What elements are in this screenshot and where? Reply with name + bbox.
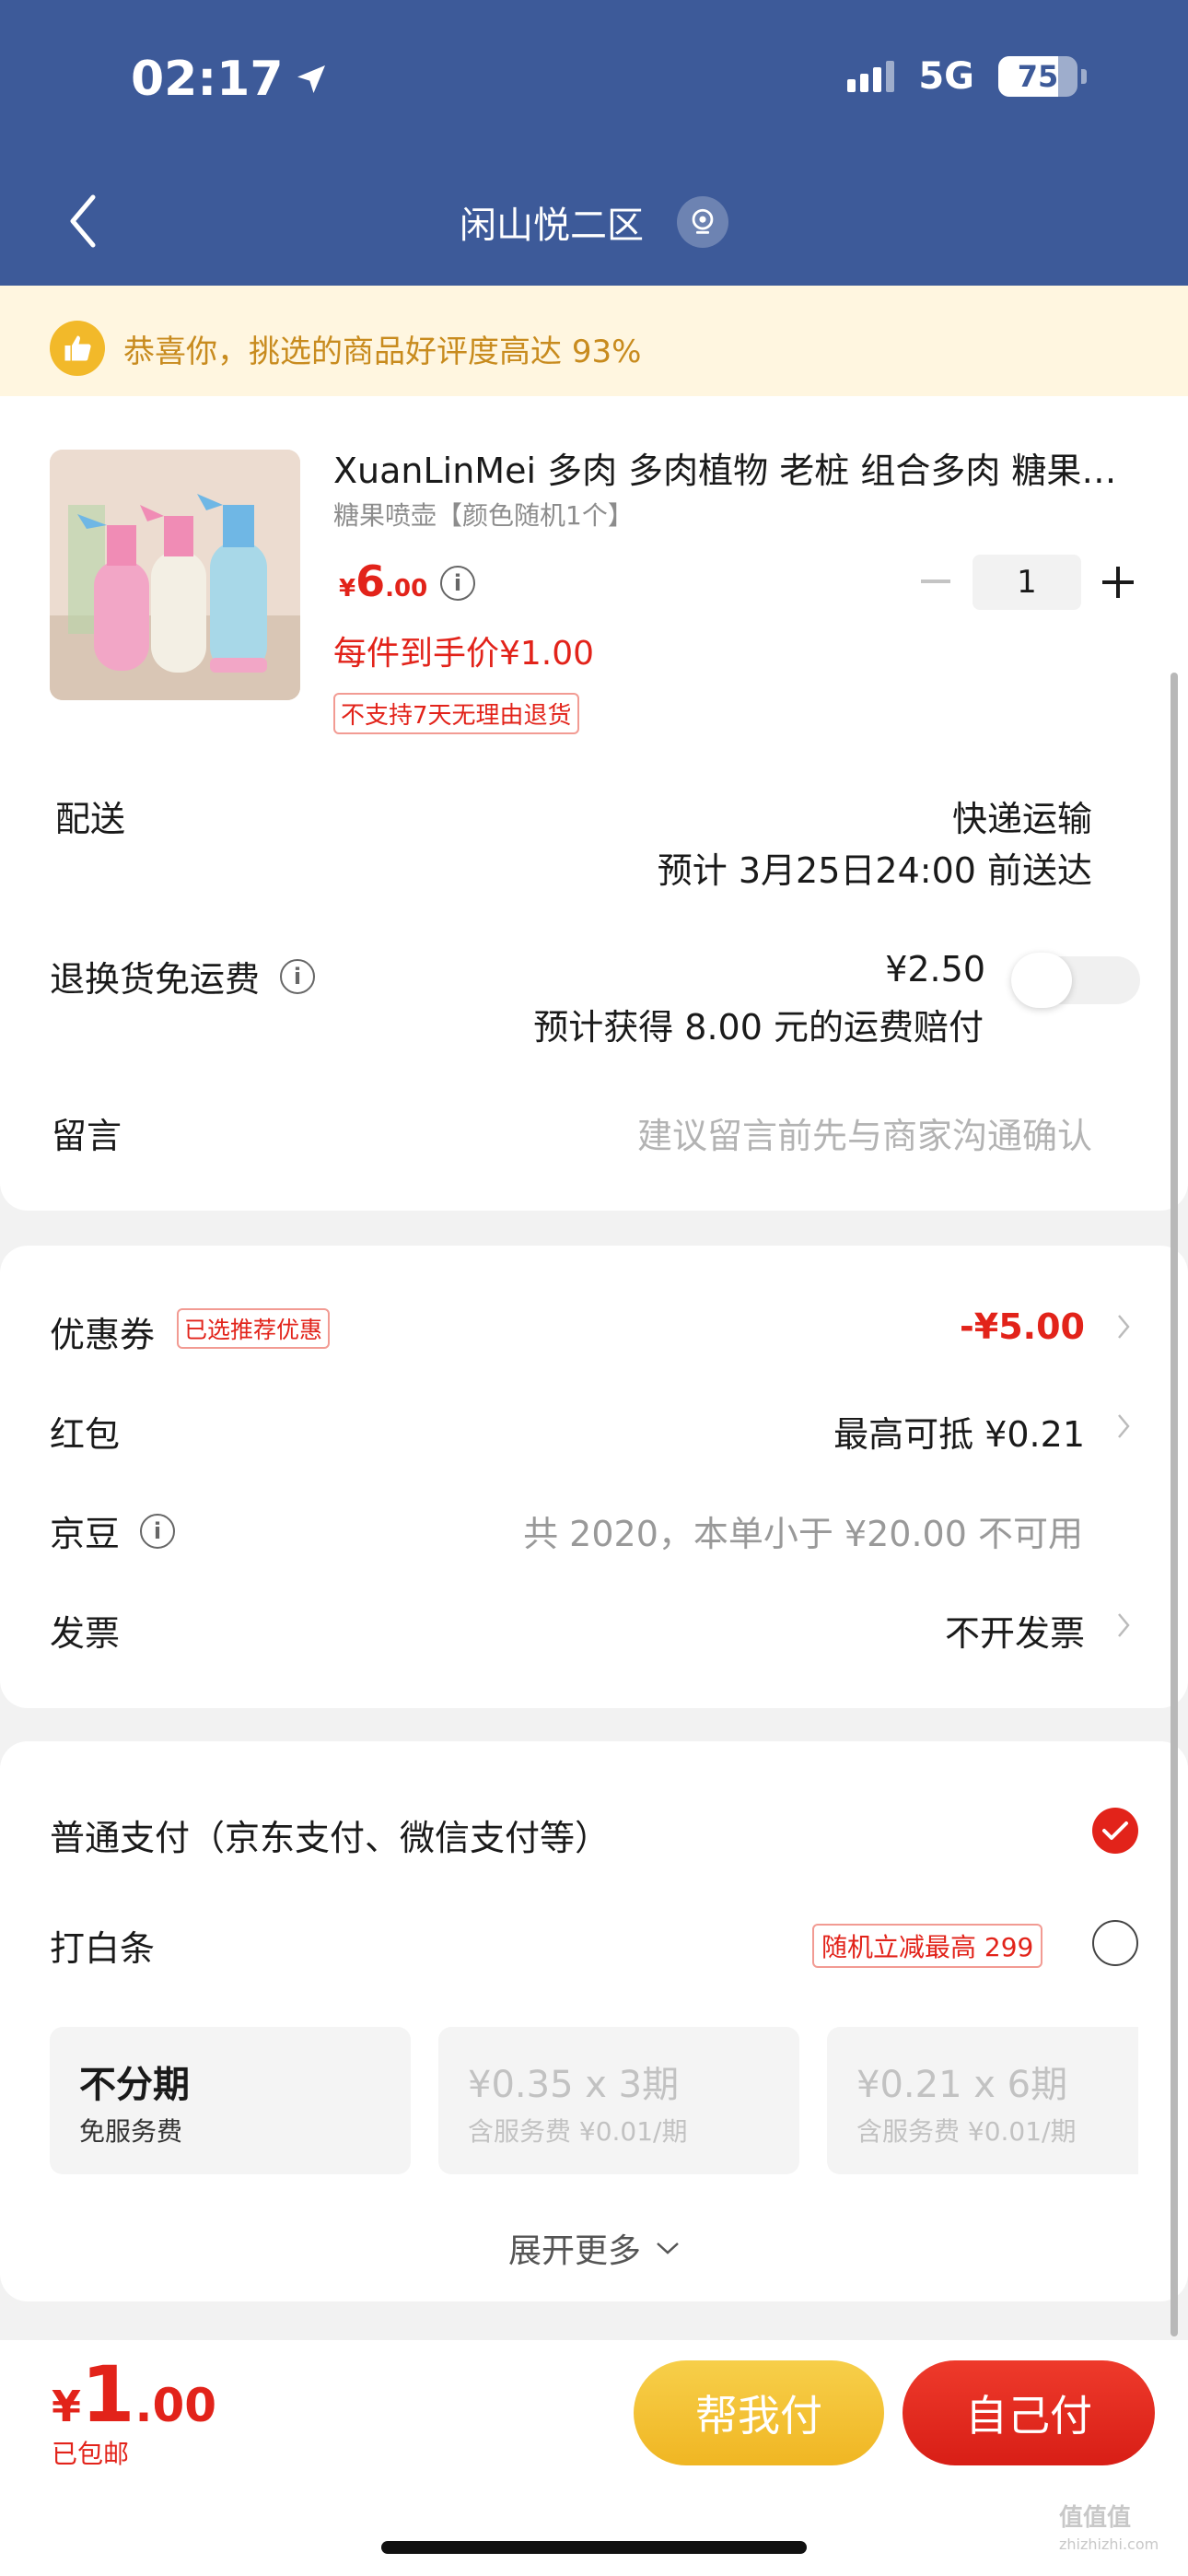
return-shipping-label: 退换货免运费: [50, 959, 261, 1000]
jingdou-info-icon[interactable]: i: [140, 1513, 176, 1549]
praise-banner: 恭喜你，挑选的商品好评度高达 93%: [0, 286, 1188, 409]
jingdou-row: 京豆 i: [50, 1505, 176, 1556]
jingdou-label: 京豆: [50, 1514, 121, 1554]
checkmark-icon: [1102, 1821, 1128, 1840]
expand-more-button[interactable]: 展开更多: [0, 2224, 1188, 2272]
return-shipping-info-icon[interactable]: i: [280, 958, 316, 994]
praise-text: 恭喜你，挑选的商品好评度高达: [123, 334, 572, 370]
plan-option-none[interactable]: 不分期 免服务费: [50, 2027, 411, 2174]
network-type: 5G: [918, 55, 974, 98]
plan-title: 不分期: [79, 2064, 190, 2106]
home-indicator[interactable]: [381, 2541, 807, 2554]
redpacket-label: 红包: [50, 1414, 121, 1455]
nav-title-bar: 闲山悦二区: [0, 195, 1188, 249]
plan-title: ¥0.21 x 6期: [856, 2064, 1068, 2106]
location-pin-icon[interactable]: [677, 196, 728, 248]
pay-myself-button[interactable]: 自己付: [903, 2360, 1155, 2465]
redpacket-chevron-right-icon[interactable]: [1114, 1410, 1133, 1443]
status-time: 02:17: [131, 52, 330, 107]
normal-pay-radio[interactable]: [1092, 1808, 1138, 1854]
return-shipping-price: ¥2.50: [885, 949, 985, 989]
price-integer: 6: [355, 556, 386, 606]
baitiao-radio[interactable]: [1092, 1920, 1138, 1966]
delivery-method[interactable]: 快递运输: [952, 790, 1092, 841]
plan-subtitle: 免服务费: [79, 2116, 183, 2147]
product-spec: 糖果喷壶【颜色随机1个】: [333, 500, 634, 531]
praise-percent: 93%: [571, 334, 642, 370]
plan-option-3[interactable]: ¥0.35 x 3期 含服务费 ¥0.01/期: [438, 2027, 799, 2174]
jingdou-value: 共 2020，本单小于 ¥20.00 不可用: [523, 1514, 1083, 1554]
help-me-pay-button[interactable]: 帮我付: [634, 2360, 884, 2465]
invoice-value[interactable]: 不开发票: [945, 1605, 1085, 1656]
quantity-decrease-button[interactable]: [917, 564, 954, 601]
status-time-text: 02:17: [131, 52, 284, 107]
price-decimal: .00: [385, 575, 428, 603]
baitiao-label[interactable]: 打白条: [50, 1920, 155, 1971]
return-shipping-row: 退换货免运费 i: [50, 951, 316, 1001]
coupon-recommended-tag: 已选推荐优惠: [177, 1308, 331, 1349]
no-return-tag: 不支持7天无理由退货: [333, 693, 579, 734]
battery-level: 75: [1017, 59, 1059, 94]
redpacket-value[interactable]: 最高可抵 ¥0.21: [833, 1406, 1085, 1457]
location-arrow-icon: [297, 65, 325, 93]
message-input[interactable]: 建议留言前先与商家沟通确认: [637, 1107, 1092, 1158]
product-image[interactable]: [50, 450, 300, 700]
plan-title: ¥0.35 x 3期: [468, 2064, 680, 2106]
return-shipping-note: 预计获得 8.00 元的运费赔付: [533, 1007, 984, 1048]
invoice-chevron-right-icon[interactable]: [1114, 1609, 1133, 1642]
return-shipping-toggle[interactable]: [1011, 953, 1140, 1008]
cellular-signal-icon: [847, 61, 895, 92]
total-symbol: ¥: [52, 2382, 82, 2431]
page-title[interactable]: 闲山悦二区: [460, 195, 644, 249]
free-shipping-label: 已包邮: [52, 2439, 130, 2469]
price-info-icon[interactable]: i: [440, 566, 475, 601]
product-title[interactable]: XuanLinMei 多肉 多肉植物 老桩 组合多肉 糖果…: [333, 442, 1144, 493]
expand-more-label: 展开更多: [507, 2232, 641, 2270]
normal-pay-label[interactable]: 普通支付（京东支付、微信支付等）: [50, 1809, 610, 1860]
watermark-url: zhizhizhi.com: [1059, 2535, 1159, 2553]
total-price: ¥ 1 .00: [52, 2349, 216, 2440]
quantity-increase-button[interactable]: [1100, 564, 1136, 601]
plan-subtitle: 含服务费 ¥0.01/期: [468, 2116, 688, 2147]
watermark-logo: 值值值: [1059, 2504, 1132, 2532]
message-label: 留言: [52, 1116, 122, 1156]
coupon-value[interactable]: -¥5.00: [960, 1306, 1085, 1347]
total-integer: 1: [81, 2349, 135, 2440]
quantity-input[interactable]: 1: [973, 555, 1081, 610]
coupon-label: 优惠券: [50, 1315, 156, 1355]
praise-banner-text: 恭喜你，挑选的商品好评度高达 93%: [123, 326, 641, 371]
delivery-label: 配送: [55, 799, 126, 839]
battery-icon: 75: [998, 56, 1077, 97]
delivery-eta: 预计 3月25日24:00 前送达: [657, 850, 1092, 891]
total-decimal: .00: [134, 2379, 217, 2432]
status-indicators: 5G 75: [847, 55, 1087, 98]
unit-final-price: 每件到手价¥1.00: [333, 635, 595, 673]
thumbs-up-icon: [50, 321, 105, 376]
coupon-chevron-right-icon[interactable]: [1114, 1310, 1133, 1343]
price-symbol: ¥: [339, 575, 356, 603]
plan-option-6[interactable]: ¥0.21 x 6期 含服务费 ¥0.01/期: [827, 2027, 1138, 2174]
baitiao-promo-tag: 随机立减最高 299: [812, 1924, 1043, 1968]
installment-plans: 不分期 免服务费 ¥0.35 x 3期 含服务费 ¥0.01/期 ¥0.21 x…: [50, 2027, 1138, 2174]
invoice-label: 发票: [50, 1613, 121, 1654]
product-price: ¥ 6 .00: [339, 556, 427, 606]
chevron-down-icon: [657, 2242, 679, 2254]
plan-subtitle: 含服务费 ¥0.01/期: [856, 2116, 1077, 2147]
top-header: 02:17 5G 75 闲山悦二区: [0, 0, 1188, 286]
scrollbar[interactable]: [1171, 673, 1178, 2336]
toggle-knob: [1011, 953, 1072, 1008]
